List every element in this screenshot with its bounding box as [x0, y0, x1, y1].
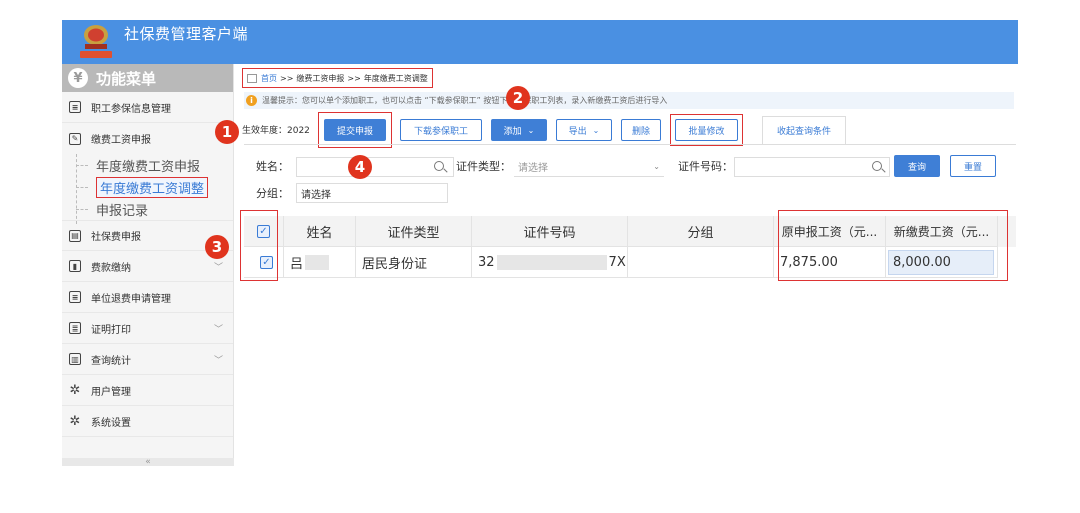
id-number-label: 证件号码： — [678, 160, 733, 173]
annotation-3: 3 — [205, 235, 229, 259]
breadcrumb-level2[interactable]: 缴费工资申报 — [296, 73, 344, 84]
app-title: 社保费管理客户端 — [124, 25, 249, 43]
chart-icon: ▥ — [69, 353, 81, 365]
breadcrumb-level3: 年度缴费工资调整 — [363, 73, 428, 83]
book-icon: ▮ — [69, 260, 81, 272]
chevron-down-icon: ﹀ — [213, 356, 223, 366]
chevron-down-icon: ﹀ — [213, 263, 223, 273]
menu-header: ¥ 功能菜单 — [62, 64, 233, 92]
annotation-2: 2 — [506, 86, 530, 110]
employee-table: ✓ 姓名 证件类型 证件号码 分组 原申报工资（元... 新缴费工资（元... … — [240, 210, 1016, 281]
menu-title: 功能菜单 — [96, 69, 157, 88]
sidebar-item-payment[interactable]: ▮ 费款缴纳 ﹀ — [62, 251, 233, 282]
masked-text — [496, 254, 607, 270]
id-number-input[interactable] — [734, 157, 890, 177]
search-icon[interactable] — [872, 161, 882, 171]
tip-banner: i 温馨提示：您可以单个添加职工，也可以点击 “下载参保职工” 按钮下载参保职工… — [244, 92, 1014, 109]
sidebar-item-certificate-print[interactable]: ≣ 证明打印 ﹀ — [62, 313, 233, 344]
subitem-annual-adjustment[interactable]: 年度缴费工资调整 — [76, 176, 233, 198]
sidebar-item-refund[interactable]: ≡ 单位退费申请管理 — [62, 282, 233, 313]
annotation-4: 4 — [348, 155, 372, 179]
sidebar: ¥ 功能菜单 ≡ 职工参保信息管理 ✎ 缴费工资申报 年度缴费工资申报 年度缴费… — [62, 64, 234, 467]
gear-icon: ✲ — [69, 413, 81, 429]
annotation-1: 1 — [215, 120, 239, 144]
sidebar-item-statistics[interactable]: ▥ 查询统计 ﹀ — [62, 344, 233, 375]
sidebar-collapse-button[interactable]: « — [62, 458, 234, 467]
add-dropdown-button[interactable]: 添加 ⌄ — [491, 119, 547, 141]
cell-id-type: 居民身份证 — [356, 247, 472, 278]
sidebar-item-label: 社保费申报 — [91, 232, 141, 243]
sidebar-item-label: 缴费工资申报 — [91, 135, 151, 146]
collapse-query-tab[interactable]: 收起查询条件 — [762, 116, 846, 144]
header-name: 姓名 — [284, 216, 356, 247]
list-icon: ≡ — [69, 101, 81, 113]
highlight-box-checkbox — [240, 210, 278, 281]
tax-emblem-logo — [80, 25, 112, 58]
cell-name: 吕 — [284, 247, 356, 278]
sidebar-item-employee-info[interactable]: ≡ 职工参保信息管理 — [62, 92, 233, 123]
edit-icon: ✎ — [69, 132, 81, 145]
yen-icon: ¥ — [68, 68, 88, 88]
masked-text — [305, 254, 330, 270]
breadcrumb-home-link[interactable]: 首页 — [261, 73, 277, 84]
sidebar-item-label: 职工参保信息管理 — [91, 103, 171, 115]
subitem-declaration-records[interactable]: 申报记录 — [76, 198, 233, 220]
download-employees-button[interactable]: 下载参保职工 — [400, 119, 482, 141]
sidebar-item-label: 查询统计 — [91, 355, 131, 367]
list-icon: ≡ — [69, 291, 81, 303]
home-icon — [247, 73, 257, 83]
subitem-annual-declaration[interactable]: 年度缴费工资申报 — [76, 154, 233, 176]
group-select[interactable]: 请选择 — [296, 183, 448, 203]
highlight-box-salary — [778, 210, 1008, 281]
breadcrumb: 首页 >> 缴费工资申报 >> 年度缴费工资调整 — [242, 68, 433, 88]
tip-text: 温馨提示：您可以单个添加职工，也可以点击 “下载参保职工” 按钮下载参保职工列表… — [262, 96, 668, 105]
main-content: 首页 >> 缴费工资申报 >> 年度缴费工资调整 i 温馨提示：您可以单个添加职… — [240, 64, 1018, 466]
sidebar-item-label: 单位退费申请管理 — [91, 293, 171, 305]
reset-button[interactable]: 重置 — [950, 155, 996, 177]
submenu-wage: 年度缴费工资申报 年度缴费工资调整 申报记录 — [62, 154, 233, 224]
doc-icon: ▤ — [69, 229, 81, 242]
name-input[interactable] — [296, 157, 454, 177]
query-button[interactable]: 查询 — [894, 155, 940, 177]
chevron-down-icon: ⌄ — [527, 125, 535, 135]
header-id-type: 证件类型 — [356, 216, 472, 247]
cell-group — [628, 247, 774, 278]
id-type-label: 证件类型： — [456, 160, 511, 173]
sidebar-item-wage-declaration[interactable]: ✎ 缴费工资申报 — [62, 123, 233, 154]
sidebar-item-label: 证明打印 — [91, 324, 131, 336]
submit-declaration-button[interactable]: 提交申报 — [324, 119, 386, 141]
sidebar-item-label: 费款缴纳 — [91, 262, 131, 274]
sidebar-item-label: 用户管理 — [91, 386, 131, 398]
info-icon: i — [246, 95, 257, 106]
toolbar: 生效年度：2022 提交申报 下载参保职工 添加 ⌄ 导出 ⌄ 删除 批量修改 收起… — [242, 112, 1016, 148]
print-icon: ≣ — [69, 322, 81, 334]
delete-button[interactable]: 删除 — [621, 119, 661, 141]
group-label: 分组： — [256, 187, 289, 200]
sidebar-item-label: 系统设置 — [91, 417, 131, 429]
chevron-down-icon: ⌄ — [653, 162, 660, 171]
effective-year-label: 生效年度：2022 — [242, 126, 310, 136]
name-label: 姓名： — [256, 160, 289, 173]
sidebar-item-user-management[interactable]: ✲ 用户管理 — [62, 375, 233, 406]
sidebar-item-system-settings[interactable]: ✲ 系统设置 — [62, 406, 233, 437]
id-type-select[interactable]: 请选择 ⌄ — [514, 157, 664, 177]
header-id-number: 证件号码 — [472, 216, 628, 247]
app-header: 社保费管理客户端 — [62, 20, 1018, 64]
search-icon[interactable] — [434, 161, 444, 171]
header-group: 分组 — [628, 216, 774, 247]
chevron-down-icon: ⌄ — [592, 125, 600, 135]
cell-id-number: 32 7X — [472, 247, 628, 278]
gear-icon: ✲ — [69, 382, 81, 398]
batch-edit-button[interactable]: 批量修改 — [675, 119, 738, 141]
export-dropdown-button[interactable]: 导出 ⌄ — [556, 119, 612, 141]
chevron-down-icon: ﹀ — [213, 325, 223, 335]
